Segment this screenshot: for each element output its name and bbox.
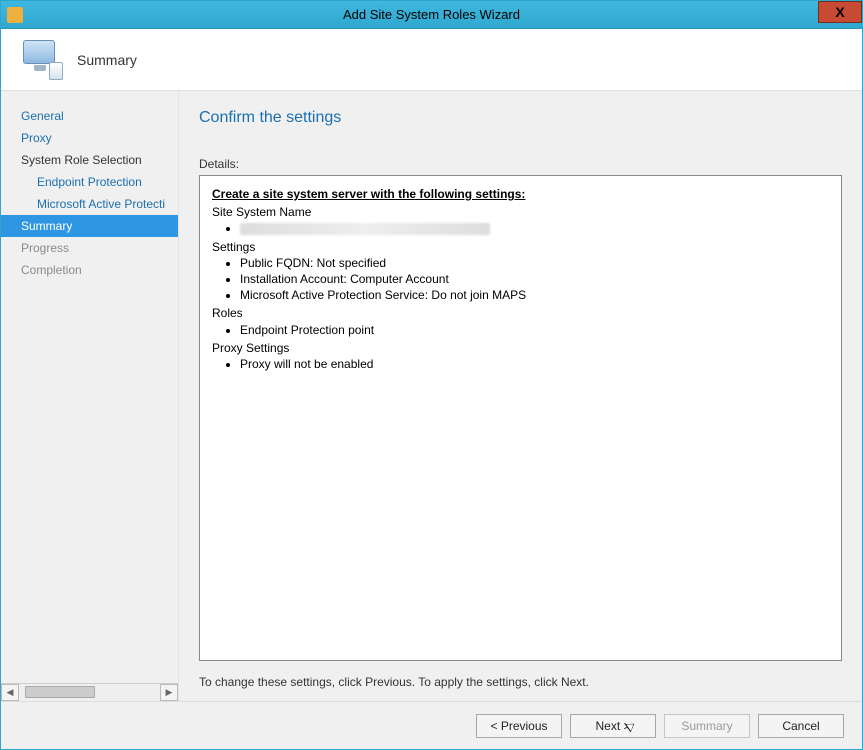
page-heading: Confirm the settings: [199, 109, 842, 127]
previous-button[interactable]: < Previous: [476, 714, 562, 738]
titlebar: Add Site System Roles Wizard X: [1, 1, 862, 29]
scroll-thumb[interactable]: [25, 686, 95, 698]
settings-list: Public FQDN: Not specified Installation …: [240, 255, 829, 304]
nav-summary[interactable]: Summary: [1, 215, 178, 237]
next-button[interactable]: Next >: [570, 714, 656, 738]
next-button-label: Next >: [595, 719, 630, 733]
scroll-left-button[interactable]: ◀: [1, 684, 19, 701]
setting-item: Microsoft Active Protection Service: Do …: [240, 287, 829, 303]
nav-progress: Progress: [1, 237, 178, 259]
sidebar-horizontal-scrollbar[interactable]: ◀ ▶: [1, 683, 178, 701]
nav-general[interactable]: General: [1, 105, 178, 127]
hint-text: To change these settings, click Previous…: [199, 675, 842, 689]
setting-item: Public FQDN: Not specified: [240, 255, 829, 271]
wizard-header: Summary: [1, 29, 862, 91]
roles-label: Roles: [212, 305, 829, 321]
proxy-item: Proxy will not be enabled: [240, 356, 829, 372]
nav-system-role-selection[interactable]: System Role Selection: [1, 149, 178, 171]
scroll-track[interactable]: [19, 684, 160, 701]
nav-ms-active-protection[interactable]: Microsoft Active Protecti: [1, 193, 178, 215]
nav-completion: Completion: [1, 259, 178, 281]
redacted-value: [240, 223, 490, 235]
details-label: Details:: [199, 157, 842, 171]
details-title: Create a site system server with the fol…: [212, 186, 829, 202]
setting-item: Installation Account: Computer Account: [240, 271, 829, 287]
proxy-list: Proxy will not be enabled: [240, 356, 829, 372]
nav-endpoint-protection[interactable]: Endpoint Protection: [1, 171, 178, 193]
close-button[interactable]: X: [818, 1, 862, 23]
cancel-button[interactable]: Cancel: [758, 714, 844, 738]
site-system-name-label: Site System Name: [212, 204, 829, 220]
button-row: < Previous Next > Summary Cancel: [1, 701, 862, 749]
wizard-window: Add Site System Roles Wizard X Summary G…: [0, 0, 863, 750]
window-title: Add Site System Roles Wizard: [1, 7, 862, 22]
nav-proxy[interactable]: Proxy: [1, 127, 178, 149]
scroll-right-button[interactable]: ▶: [160, 684, 178, 701]
details-box: Create a site system server with the fol…: [199, 175, 842, 661]
server-icon: [19, 38, 63, 82]
roles-list: Endpoint Protection point: [240, 322, 829, 338]
sidebar: General Proxy System Role Selection Endp…: [1, 91, 178, 701]
role-item: Endpoint Protection point: [240, 322, 829, 338]
wizard-body: General Proxy System Role Selection Endp…: [1, 91, 862, 701]
proxy-label: Proxy Settings: [212, 340, 829, 356]
settings-label: Settings: [212, 239, 829, 255]
nav-list: General Proxy System Role Selection Endp…: [1, 105, 178, 683]
summary-button: Summary: [664, 714, 750, 738]
site-system-name-value: [240, 220, 829, 236]
main-panel: Confirm the settings Details: Create a s…: [178, 91, 862, 701]
header-title: Summary: [77, 52, 137, 68]
